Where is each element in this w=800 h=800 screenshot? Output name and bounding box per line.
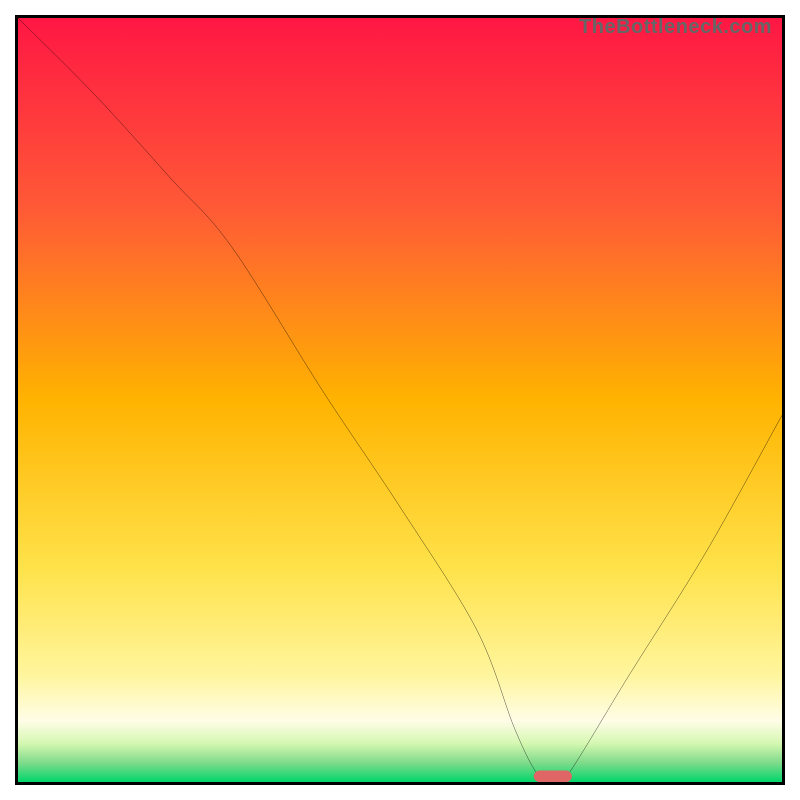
watermark-text: TheBottleneck.com (579, 16, 772, 39)
optimal-marker (534, 771, 572, 782)
chart-frame: TheBottleneck.com (15, 15, 785, 785)
bottleneck-curve (18, 18, 782, 782)
chart-curve-layer (18, 18, 782, 782)
